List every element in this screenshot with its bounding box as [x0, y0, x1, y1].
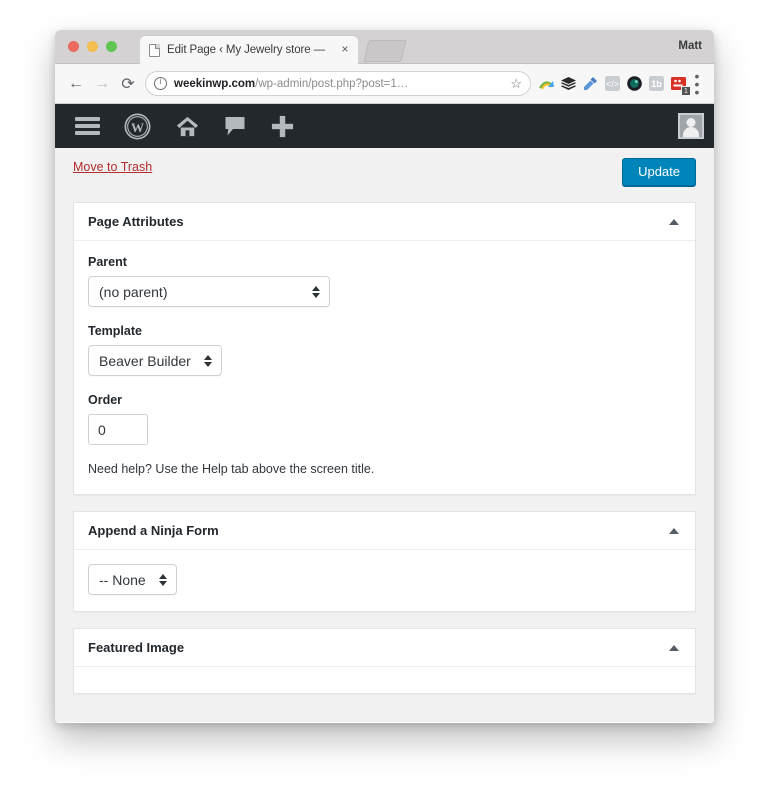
site-info-icon[interactable]: [154, 76, 167, 90]
template-label: Template: [88, 324, 142, 338]
template-select-value: Beaver Builder: [99, 352, 191, 369]
panel-body: -- None: [74, 550, 695, 611]
eyedropper-icon[interactable]: [581, 74, 600, 93]
stepper-arrows-icon: [158, 573, 167, 586]
address-bar[interactable]: weekinwp.com/wp-admin/post.php?post=1… ☆: [145, 71, 531, 96]
svg-text:1b: 1b: [651, 79, 662, 89]
maximize-window-button[interactable]: [106, 41, 117, 52]
triangle-up-icon[interactable]: [669, 527, 679, 534]
camera-lens-icon[interactable]: [625, 74, 644, 93]
panel-page-attributes: Page Attributes Parent (no parent) Templ…: [73, 202, 696, 495]
new-tab-button[interactable]: [363, 40, 407, 62]
close-tab-icon[interactable]: ×: [338, 43, 352, 57]
red-recorder-icon[interactable]: 1: [669, 74, 691, 96]
order-input[interactable]: [88, 414, 148, 445]
stepper-arrows-icon: [312, 285, 320, 298]
plus-icon[interactable]: [258, 104, 307, 148]
page-viewport: W Move to Trash Update Page Attributes P…: [55, 104, 714, 722]
svg-text:W: W: [131, 119, 144, 134]
parent-label: Parent: [88, 255, 127, 269]
extension-toolbar: </> 1b 1: [537, 74, 691, 96]
comment-bubble-icon[interactable]: [212, 104, 258, 148]
panel-append-ninja-form: Append a Ninja Form -- None: [73, 511, 696, 612]
order-label: Order: [88, 393, 123, 407]
code-brackets-icon[interactable]: </>: [603, 74, 622, 93]
wp-admin-bar: W: [55, 104, 714, 148]
browser-toolbar: ← → ⟳ weekinwp.com/wp-admin/post.php?pos…: [55, 64, 714, 104]
browser-tab[interactable]: Edit Page ‹ My Jewelry store — ×: [140, 36, 358, 64]
help-text: Need help? Use the Help tab above the sc…: [88, 462, 375, 476]
home-icon[interactable]: [163, 104, 212, 148]
wordpress-icon[interactable]: W: [112, 104, 163, 148]
page-favicon-icon: [149, 43, 160, 57]
panel-body: [74, 667, 695, 693]
back-button[interactable]: ←: [63, 71, 89, 97]
reload-button[interactable]: ⟳: [115, 71, 141, 97]
forward-button[interactable]: →: [89, 71, 115, 97]
ninja-form-select-value: -- None: [99, 571, 146, 588]
move-to-trash-link[interactable]: Move to Trash: [73, 158, 152, 174]
template-select[interactable]: Beaver Builder: [88, 345, 222, 376]
panel-title: Featured Image: [88, 640, 185, 655]
svg-text:</>: </>: [606, 79, 619, 89]
parent-select[interactable]: (no parent): [88, 276, 330, 307]
minimize-window-button[interactable]: [87, 41, 98, 52]
browser-window: Edit Page ‹ My Jewelry store — × Matt ← …: [55, 30, 714, 723]
profile-name[interactable]: Matt: [678, 40, 702, 52]
panel-body: Parent (no parent) Template Beaver Build…: [74, 241, 695, 494]
url-host: weekinwp.com: [174, 77, 256, 90]
triangle-up-icon[interactable]: [669, 644, 679, 651]
submit-row: Move to Trash Update: [55, 148, 714, 202]
bookmark-star-icon[interactable]: ☆: [510, 76, 522, 92]
url-text: weekinwp.com/wp-admin/post.php?post=1…: [174, 78, 506, 90]
url-path: /wp-admin/post.php?post=1…: [255, 77, 409, 90]
parent-select-value: (no parent): [99, 283, 168, 300]
menu-toggle-icon[interactable]: [63, 104, 112, 148]
panel-header[interactable]: Page Attributes: [74, 203, 695, 241]
extension-badge-count: 1: [681, 86, 691, 96]
rainbow-arc-icon[interactable]: [537, 74, 556, 93]
layers-stack-icon[interactable]: [559, 74, 578, 93]
tab-strip: Edit Page ‹ My Jewelry store — × Matt: [55, 30, 714, 64]
stepper-arrows-icon: [203, 354, 212, 367]
panel-header[interactable]: Append a Ninja Form: [74, 512, 695, 550]
triangle-up-icon[interactable]: [669, 218, 679, 225]
window-controls: [68, 41, 117, 52]
tab-title: Edit Page ‹ My Jewelry store —: [167, 44, 326, 56]
close-window-button[interactable]: [68, 41, 79, 52]
one-b-icon[interactable]: 1b: [647, 74, 666, 93]
panel-title: Append a Ninja Form: [88, 523, 219, 538]
update-button[interactable]: Update: [622, 158, 696, 186]
panel-header[interactable]: Featured Image: [74, 629, 695, 667]
user-avatar-icon[interactable]: [678, 113, 704, 139]
ninja-form-select[interactable]: -- None: [88, 564, 177, 595]
panel-title: Page Attributes: [88, 214, 184, 229]
panel-featured-image: Featured Image: [73, 628, 696, 694]
